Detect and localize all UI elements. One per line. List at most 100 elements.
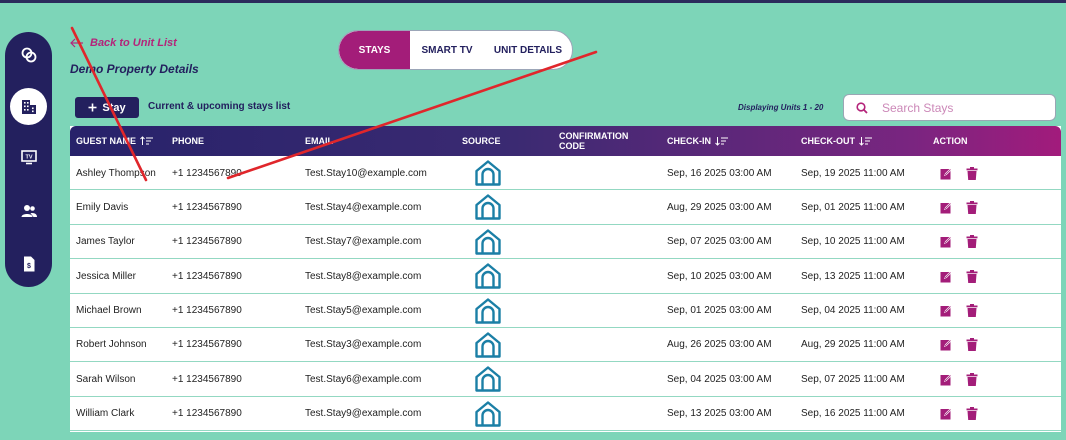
column-header-check-in[interactable]: CHECK-IN — [667, 126, 729, 156]
column-header-confirmation-code: CONFIRMATION CODE — [559, 131, 629, 151]
delete-icon[interactable] — [965, 235, 979, 249]
tab-unit-details[interactable]: UNIT DETAILS — [484, 31, 572, 69]
edit-icon[interactable] — [939, 166, 953, 180]
check-out-cell: Sep, 19 2025 11:00 AM — [801, 167, 905, 179]
source-cell — [474, 397, 502, 431]
edit-icon[interactable] — [939, 338, 953, 352]
displaying-range: Displaying Units 1 - 20 — [738, 103, 824, 112]
house-icon — [475, 401, 501, 427]
sort-icon — [715, 137, 728, 146]
column-header-check-out[interactable]: CHECK-OUT — [801, 126, 873, 156]
edit-icon[interactable] — [939, 269, 953, 283]
column-label: GUEST NAME — [76, 136, 137, 146]
back-to-unit-list-link[interactable]: Back to Unit List — [70, 37, 177, 49]
source-cell — [474, 328, 502, 362]
guest-name-cell: Ashley Thompson — [76, 167, 156, 179]
house-icon — [475, 332, 501, 358]
tab-smart-tv[interactable]: SMART TV — [410, 31, 484, 69]
actions-cell — [939, 225, 979, 259]
edit-icon[interactable] — [939, 407, 953, 421]
sidebar-item-smart-tv[interactable]: TV — [10, 138, 47, 175]
tab-stays[interactable]: STAYS — [339, 31, 410, 69]
table-header: GUEST NAME PHONE EMAIL SOURCE CONFIRMATI… — [70, 126, 1061, 156]
check-out-cell: Sep, 10 2025 11:00 AM — [801, 236, 905, 248]
check-out-cell: Sep, 04 2025 11:00 AM — [801, 305, 905, 317]
check-out-cell: Sep, 16 2025 11:00 AM — [801, 408, 905, 420]
svg-text:$: $ — [27, 263, 31, 270]
email-cell: Test.Stay7@example.com — [305, 236, 422, 248]
check-in-cell: Sep, 07 2025 03:00 AM — [667, 236, 772, 248]
house-icon — [475, 366, 501, 393]
guest-name-cell: Michael Brown — [76, 305, 142, 317]
table-body: Ashley Thompson +1 1234567890 Test.Stay1… — [70, 156, 1061, 432]
actions-cell — [939, 294, 979, 328]
delete-icon[interactable] — [965, 200, 979, 214]
search-input[interactable] — [882, 100, 1042, 115]
phone-cell: +1 1234567890 — [172, 408, 242, 420]
actions-cell — [939, 362, 979, 396]
source-cell — [474, 362, 502, 396]
actions-cell — [939, 156, 979, 190]
source-cell — [474, 259, 502, 293]
check-out-cell: Aug, 29 2025 11:00 AM — [801, 339, 905, 351]
email-cell: Test.Stay6@example.com — [305, 373, 422, 385]
delete-icon[interactable] — [965, 338, 979, 352]
edit-icon[interactable] — [939, 235, 953, 249]
edit-icon[interactable] — [939, 200, 953, 214]
email-cell: Test.Stay8@example.com — [305, 270, 422, 282]
column-header-guest-name[interactable]: GUEST NAME — [76, 126, 154, 156]
guest-name-cell: James Taylor — [76, 236, 135, 248]
source-cell — [474, 156, 502, 190]
check-in-cell: Sep, 04 2025 03:00 AM — [667, 373, 772, 385]
table-row: Ashley Thompson +1 1234567890 Test.Stay1… — [70, 156, 1061, 191]
check-in-cell: Sep, 13 2025 03:00 AM — [667, 408, 772, 420]
table-row: James Taylor +1 1234567890 Test.Stay7@ex… — [70, 225, 1061, 260]
edit-icon[interactable] — [939, 372, 953, 386]
check-in-cell: Aug, 29 2025 03:00 AM — [667, 201, 772, 213]
email-cell: Test.Stay4@example.com — [305, 201, 422, 213]
column-label: CHECK-OUT — [801, 136, 855, 146]
users-icon — [21, 204, 37, 217]
actions-cell — [939, 328, 979, 362]
source-cell — [474, 190, 502, 224]
add-stay-label: Stay — [102, 101, 126, 114]
phone-cell: +1 1234567890 — [172, 236, 242, 248]
sidebar-item-users[interactable] — [10, 192, 47, 229]
column-header-phone: PHONE — [172, 136, 205, 146]
actions-cell — [939, 190, 979, 224]
edit-icon[interactable] — [939, 304, 953, 318]
sidebar-item-links[interactable] — [10, 36, 47, 73]
house-icon — [475, 263, 501, 289]
search-box — [843, 94, 1056, 121]
email-cell: Test.Stay9@example.com — [305, 408, 422, 420]
email-cell: Test.Stay3@example.com — [305, 339, 422, 351]
column-header-email: EMAIL — [305, 136, 333, 146]
phone-cell: +1 1234567890 — [172, 201, 242, 213]
delete-icon[interactable] — [965, 372, 979, 386]
table-row: Robert Johnson +1 1234567890 Test.Stay3@… — [70, 328, 1061, 363]
delete-icon[interactable] — [965, 304, 979, 318]
source-cell — [474, 225, 502, 259]
delete-icon[interactable] — [965, 166, 979, 180]
plus-icon — [88, 103, 97, 112]
table-row: Sarah Wilson +1 1234567890 Test.Stay6@ex… — [70, 362, 1061, 397]
add-stay-button[interactable]: Stay — [75, 97, 139, 118]
house-icon — [475, 229, 501, 255]
table-row: Emily Davis +1 1234567890 Test.Stay4@exa… — [70, 190, 1061, 225]
phone-cell: +1 1234567890 — [172, 373, 242, 385]
delete-icon[interactable] — [965, 407, 979, 421]
check-in-cell: Sep, 10 2025 03:00 AM — [667, 270, 772, 282]
house-icon — [475, 297, 501, 324]
sidebar-item-properties[interactable] — [10, 88, 47, 125]
back-link-label: Back to Unit List — [90, 37, 177, 49]
table-row: William Clark +1 1234567890 Test.Stay9@e… — [70, 397, 1061, 432]
guest-name-cell: Emily Davis — [76, 201, 129, 213]
phone-cell: +1 1234567890 — [172, 305, 242, 317]
sidebar-item-billing[interactable]: $ — [10, 245, 47, 282]
guest-name-cell: Robert Johnson — [76, 339, 147, 351]
source-cell — [474, 294, 502, 328]
sidebar: TV $ — [5, 32, 52, 287]
column-header-source: SOURCE — [462, 136, 501, 146]
stays-table: GUEST NAME PHONE EMAIL SOURCE CONFIRMATI… — [70, 126, 1061, 432]
delete-icon[interactable] — [965, 269, 979, 283]
